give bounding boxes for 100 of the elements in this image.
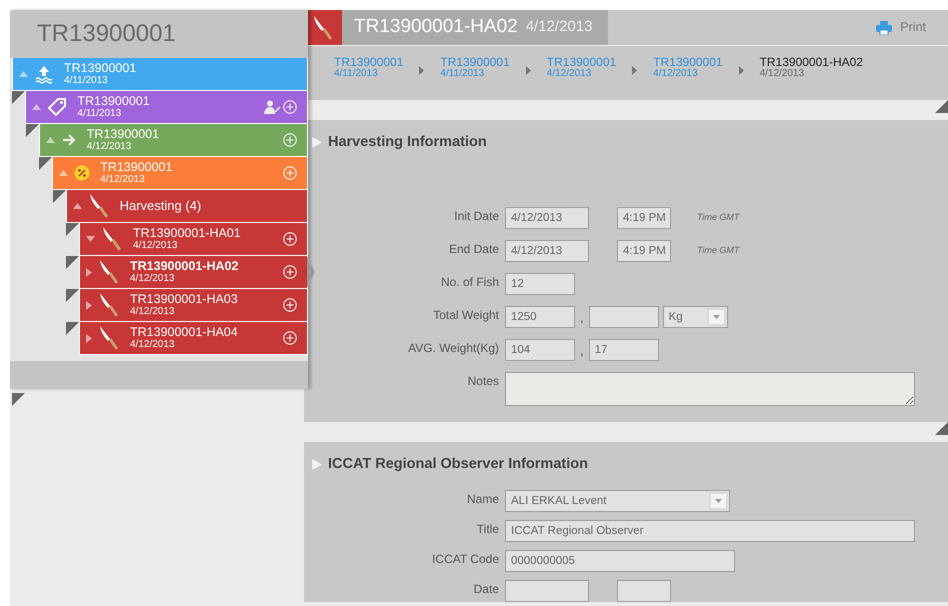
add-icon[interactable]: [283, 265, 297, 279]
item-title: TR13900001-HA04: [130, 326, 239, 340]
tree-item[interactable]: TR13900001-HA03 4/12/2013: [79, 289, 308, 322]
print-link[interactable]: Print: [876, 10, 926, 45]
add-icon[interactable]: [283, 100, 297, 114]
item-date: 4/12/2013: [130, 306, 176, 318]
toggle-icon[interactable]: [86, 268, 92, 276]
toggle-icon[interactable]: [59, 170, 68, 176]
chevron-icon: [526, 66, 531, 75]
item-date: 4/12/2013: [130, 273, 176, 284]
chevron-icon: [632, 66, 638, 75]
expand-icon[interactable]: [312, 459, 322, 470]
add-icon[interactable]: [283, 166, 297, 180]
tree-item[interactable]: TR13900001-HA01 4/12/2013: [79, 223, 308, 256]
section-title: ICCAT Regional Observer Information: [328, 455, 588, 474]
tree-item[interactable]: Harvesting (4): [66, 190, 308, 223]
toggle-icon[interactable]: [86, 334, 92, 342]
corner-fold-icon: [39, 157, 52, 170]
arrow-right-icon: [60, 132, 77, 148]
tree-item[interactable]: TR13900001 4/11/2013: [25, 91, 308, 124]
item-title: TR13900001: [77, 94, 151, 108]
text-field[interactable]: 1250: [505, 306, 575, 328]
field-label: ICCAT Code: [431, 550, 500, 568]
breadcrumb-link[interactable]: TR13900001-HA02 4/12/2013: [760, 56, 863, 100]
field-label: End Date: [448, 240, 500, 258]
add-icon[interactable]: [283, 232, 297, 246]
item-title: TR13900001: [86, 128, 160, 142]
tree-item[interactable]: TR13900001 4/11/2013: [12, 58, 308, 91]
ship-waves-icon: [34, 64, 54, 84]
tree-item[interactable]: TR13900001-HA04 4/12/2013: [79, 322, 308, 355]
time-field[interactable]: [617, 580, 671, 602]
date-field[interactable]: 4/12/2013: [505, 206, 589, 229]
expand-icon[interactable]: [312, 137, 322, 148]
field-label: Date: [472, 580, 500, 598]
add-icon[interactable]: [283, 298, 297, 312]
corner-fold-icon: [66, 256, 79, 269]
tree-title: TR13900001: [36, 19, 177, 49]
text-field[interactable]: 104: [505, 338, 575, 361]
text-field[interactable]: 0000000005: [505, 550, 735, 572]
percent-badge-icon: [74, 165, 90, 181]
field-label: Notes: [466, 372, 500, 390]
corner-fold-icon: [12, 393, 25, 406]
item-title: TR13900001: [64, 62, 138, 76]
toggle-icon[interactable]: [32, 104, 42, 110]
knife-icon: [98, 292, 120, 318]
corner-fold-icon: [52, 190, 66, 203]
item-title: Harvesting (4): [120, 198, 202, 214]
add-icon[interactable]: [283, 133, 297, 147]
toggle-icon[interactable]: [86, 300, 92, 310]
date-field[interactable]: 4/12/2013: [505, 240, 589, 262]
time-zone-note: Time GMT: [697, 244, 740, 257]
text-field[interactable]: [588, 306, 659, 328]
toggle-icon[interactable]: [19, 71, 28, 77]
page-date: 4/12/2013: [526, 17, 592, 38]
corner-fold-icon: [26, 124, 39, 137]
corner-fold-icon: [66, 223, 79, 236]
item-date: 4/12/2013: [86, 141, 132, 152]
item-title: TR13900001-HA01: [133, 226, 242, 240]
item-date: 4/12/2013: [133, 240, 178, 252]
corner-fold-icon: [935, 100, 948, 113]
page-title: TR13900001-HA02: [354, 15, 518, 40]
item-date: 4/12/2013: [100, 174, 146, 186]
knife-icon: [98, 259, 120, 285]
text-field[interactable]: 17: [588, 338, 659, 361]
dropdown-field[interactable]: ALI ERKAL Levent: [505, 490, 730, 512]
knife-icon: [101, 226, 123, 252]
item-date: 4/12/2013: [130, 339, 176, 350]
field-label: Init Date: [453, 208, 500, 225]
toggle-icon[interactable]: [72, 203, 82, 209]
tree-item[interactable]: TR13900001 4/12/2013: [38, 124, 308, 157]
caret-icon: [708, 308, 725, 325]
tree-item[interactable]: TR13900001 4/12/2013: [52, 157, 308, 190]
toggle-icon[interactable]: [86, 236, 95, 242]
field-label: Name: [466, 490, 500, 508]
time-field[interactable]: 4:19 PM: [617, 240, 671, 262]
section-title: Harvesting Information: [328, 133, 487, 152]
notes-field[interactable]: [505, 372, 915, 406]
corner-fold-icon: [12, 91, 26, 104]
corner-fold-icon: [66, 322, 79, 335]
item-date: 4/11/2013: [64, 75, 109, 86]
text-field[interactable]: ICCAT Regional Observer: [505, 520, 915, 542]
toggle-icon[interactable]: [46, 137, 55, 143]
item-date: 4/11/2013: [77, 108, 122, 120]
date-field[interactable]: [505, 580, 589, 602]
add-icon[interactable]: [283, 331, 297, 345]
caret-icon: [710, 492, 727, 509]
field-label: No. of Fish: [440, 274, 500, 291]
time-field[interactable]: 4:19 PM: [617, 206, 671, 229]
person-edit-icon[interactable]: [264, 100, 280, 114]
item-title: TR13900001: [100, 160, 174, 174]
field-label: Total Weight: [432, 306, 500, 324]
dropdown-field[interactable]: Kg: [662, 306, 728, 328]
text-field[interactable]: 12: [505, 272, 575, 295]
field-label: Title: [476, 520, 500, 538]
corner-fold-icon: [935, 422, 948, 435]
corner-fold-icon: [66, 289, 79, 302]
chevron-icon: [738, 66, 744, 75]
comma-separator: ,: [579, 309, 585, 328]
item-title: TR13900001-HA02: [130, 260, 240, 274]
field-label: AVG. Weight(Kg): [407, 340, 500, 357]
